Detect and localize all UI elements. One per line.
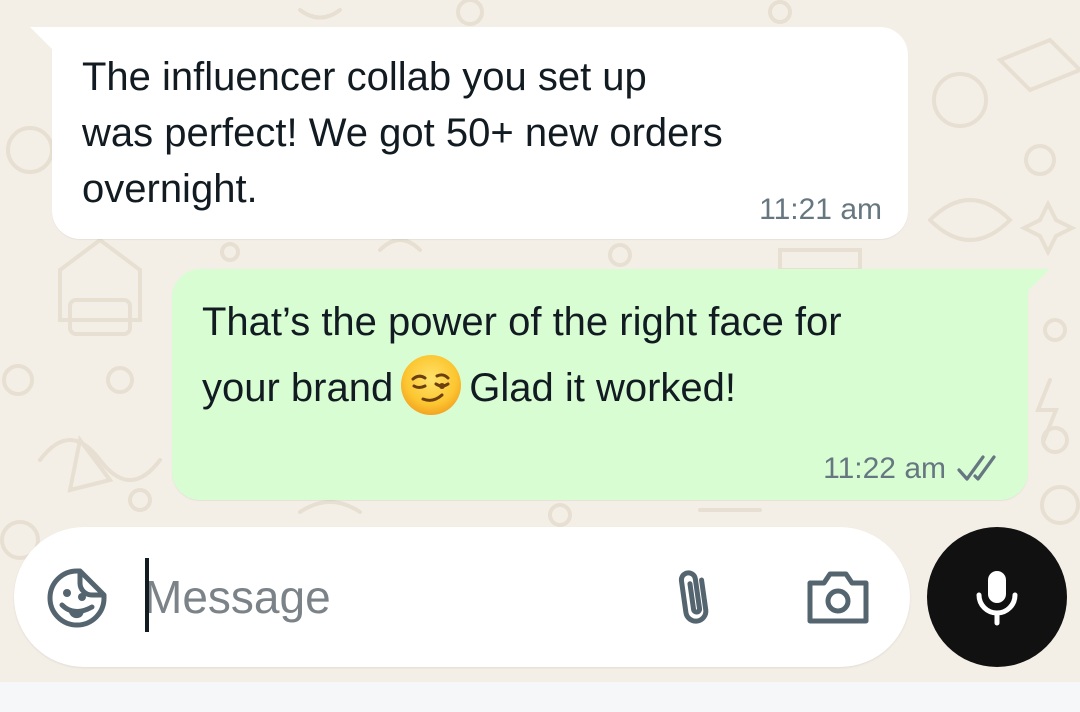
message-timestamp: 11:21 am — [759, 193, 882, 226]
bubble-tail — [1028, 269, 1050, 291]
outgoing-message-bubble[interactable]: That’s the power of the right face for y… — [172, 269, 1050, 500]
message-text: That’s the power of the right face for y… — [202, 289, 1002, 421]
microphone-icon — [976, 571, 1018, 626]
smirking-face-emoji-icon — [401, 355, 462, 416]
message-composer — [14, 527, 910, 667]
voice-message-button[interactable] — [927, 527, 1067, 667]
message-timestamp: 11:22 am — [823, 452, 946, 485]
bubble-tail — [30, 27, 52, 49]
camera-icon[interactable] — [804, 567, 872, 627]
message-meta: 11:22 am — [823, 449, 1002, 489]
paperclip-icon[interactable] — [668, 565, 724, 631]
message-text: The influencer collab you set up was per… — [82, 55, 723, 211]
message-input[interactable] — [144, 561, 664, 633]
incoming-message-bubble[interactable]: The influencer collab you set up was per… — [30, 27, 908, 239]
system-navigation-strip — [0, 682, 1080, 712]
sticker-face-icon[interactable] — [46, 567, 108, 629]
double-check-icon — [957, 455, 996, 481]
text-caret — [145, 558, 149, 632]
message-text-after-emoji: Glad it worked! — [469, 366, 737, 410]
